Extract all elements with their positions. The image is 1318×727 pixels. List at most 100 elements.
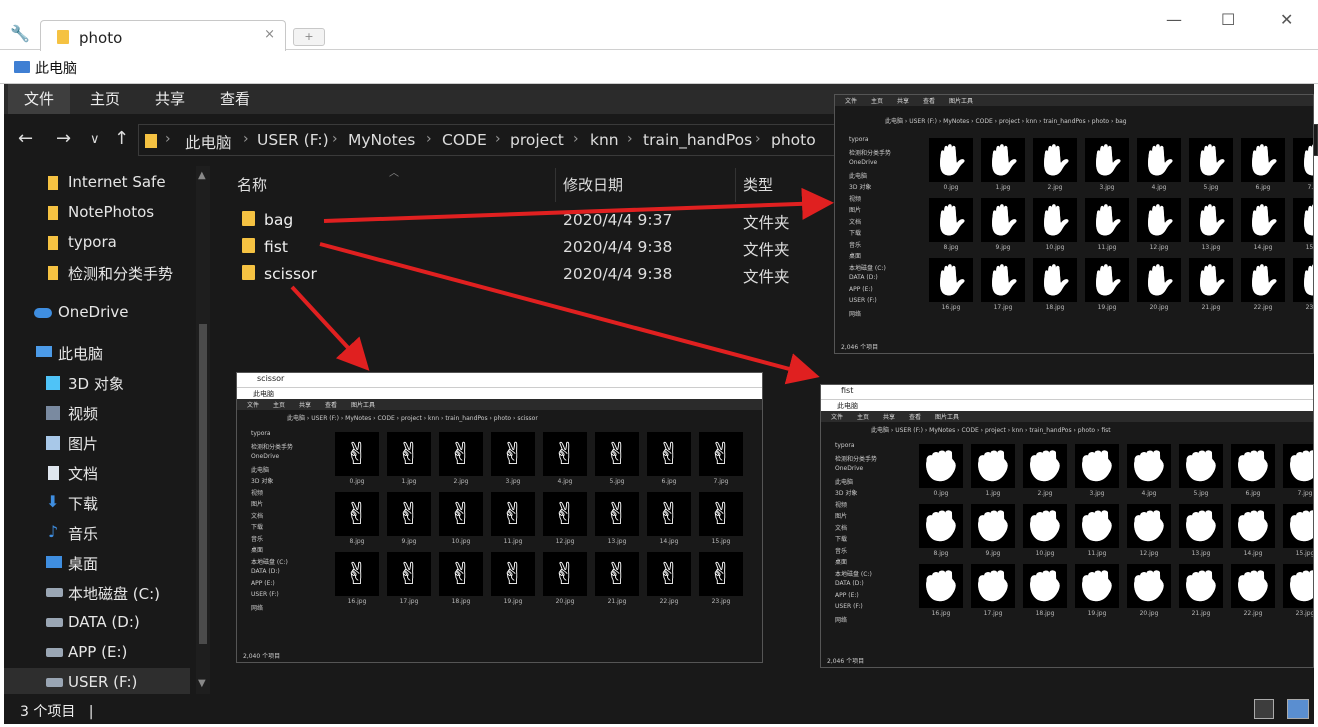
sidebar-item-drive-e[interactable]: APP (E:)	[4, 638, 190, 668]
tab-home[interactable]: 主页	[74, 84, 136, 114]
sidebar-item-drive-d[interactable]: DATA (D:)	[4, 608, 190, 638]
thumbnail-caption: 9.jpg	[995, 244, 1011, 251]
tab-file[interactable]: 文件	[8, 84, 71, 114]
column-header-type[interactable]: 类型	[743, 174, 773, 195]
sidebar-item-notephotos[interactable]: NotePhotos	[4, 198, 190, 228]
hand-image: ✌	[491, 552, 535, 596]
sidebar-item-label: 视频	[68, 405, 99, 423]
column-header-name[interactable]: 名称	[237, 174, 267, 195]
inset-tab: 文件	[831, 414, 844, 421]
minimize-button[interactable]: —	[1166, 10, 1182, 29]
inset-nav: 此电脑 › USER (F:) › MyNotes › CODE › proje…	[821, 422, 1313, 438]
hand-image: ✋	[1189, 258, 1233, 302]
thumbnail-caption: 11.jpg	[503, 538, 523, 545]
recent-locations-button[interactable]: ∨	[90, 132, 100, 147]
thumbnail-caption: 1.jpg	[401, 478, 417, 485]
breadcrumb-item[interactable]: CODE	[442, 131, 487, 149]
breadcrumb-separator: ›	[426, 131, 432, 147]
sidebar-item-pictures[interactable]: 图片	[4, 428, 190, 458]
sidebar-scrollbar[interactable]: ▲ ▼	[196, 166, 210, 694]
large-icons-view-button[interactable]	[1287, 699, 1309, 719]
hand-image: ✋	[1241, 138, 1285, 182]
thumbnail-caption: 16.jpg	[941, 304, 961, 311]
column-divider[interactable]	[735, 168, 736, 202]
thumbnail-caption: 2.jpg	[453, 478, 469, 485]
sidebar-item-3d-objects[interactable]: 3D 对象	[4, 368, 190, 398]
hand-image: ✌	[335, 492, 379, 536]
thumbnail-caption: 2.jpg	[1047, 184, 1063, 191]
breadcrumb-item[interactable]: USER (F:)	[257, 131, 329, 149]
scroll-up-arrow[interactable]: ▲	[198, 170, 206, 181]
details-view-button[interactable]	[1254, 699, 1274, 719]
sidebar-item-documents[interactable]: 文档	[4, 458, 190, 488]
thumbnail-caption: 16.jpg	[931, 610, 951, 617]
thumbnail-caption: 17.jpg	[399, 598, 419, 605]
sidebar-item-music[interactable]: ♪ 音乐	[4, 518, 190, 548]
forward-button[interactable]: →	[56, 128, 71, 149]
sidebar-item-label: 此电脑	[58, 345, 104, 363]
inset-tab: 共享	[299, 402, 312, 409]
inset-sidebar-item: 下载	[849, 230, 862, 237]
tab-photo[interactable]: photo ×	[40, 20, 286, 51]
inset-thumbnail-grid: ✊ 0.jpg ✊ 1.jpg ✊ 2.jpg ✊ 3.jpg ✊ 4.jpg ✊ 5.jpg ✊ 6.j…	[915, 438, 1313, 655]
breadcrumb-item[interactable]: MyNotes	[348, 131, 415, 149]
breadcrumb-item[interactable]: 此电脑	[185, 131, 232, 153]
hand-image: ✊	[1283, 564, 1313, 608]
hand-image: ✌	[647, 432, 691, 476]
file-type: 文件夹	[743, 241, 790, 259]
thumbnail-caption: 20.jpg	[1139, 610, 1159, 617]
thumbnail-caption: 19.jpg	[1087, 610, 1107, 617]
inset-sidebar-item: DATA (D:)	[251, 568, 280, 575]
hand-image: ✊	[1075, 444, 1119, 488]
maximize-button[interactable]: ☐	[1221, 10, 1235, 29]
scroll-down-arrow[interactable]: ▼	[198, 678, 206, 689]
sidebar-item-videos[interactable]: 视频	[4, 398, 190, 428]
tab-view[interactable]: 查看	[204, 84, 266, 114]
hand-image: ✋	[1137, 138, 1181, 182]
breadcrumb-item[interactable]: train_handPos	[643, 131, 752, 149]
inset-titlebar: scissor	[237, 373, 762, 387]
inset-tab: 文件	[247, 402, 260, 409]
location-label[interactable]: 此电脑	[35, 58, 77, 78]
hand-image: ✌	[543, 552, 587, 596]
hand-image: ✌	[699, 552, 743, 596]
sidebar-item-typora[interactable]: typora	[4, 228, 190, 258]
sidebar-item-onedrive[interactable]: OneDrive	[4, 298, 190, 328]
inset-location-text: 此电脑	[837, 402, 858, 410]
thumbnail-caption: 12.jpg	[1149, 244, 1169, 251]
sidebar-item-desktop[interactable]: 桌面	[4, 548, 190, 578]
hand-image: ✋	[1137, 198, 1181, 242]
new-tab-button[interactable]: +	[293, 28, 325, 46]
sidebar-item-gesture-detection[interactable]: 检测和分类手势	[4, 258, 190, 288]
back-button[interactable]: ←	[18, 128, 33, 149]
sidebar-item-downloads[interactable]: ⬇ 下载	[4, 488, 190, 518]
wrench-icon[interactable]: 🔧	[10, 24, 30, 43]
folder-icon	[57, 30, 69, 44]
hand-image: ✌	[543, 432, 587, 476]
documents-icon	[48, 466, 59, 480]
inset-status-text: 2,040 个项目	[243, 653, 281, 660]
column-divider[interactable]	[555, 168, 556, 202]
inset-screenshot-fist: fist 此电脑 文件 主页 共享 查看 图片工具 此电脑 › USER (F:…	[820, 384, 1314, 668]
close-button[interactable]: ✕	[1280, 10, 1293, 29]
inset-sidebar-item: 文档	[849, 218, 862, 226]
breadcrumb-item[interactable]: project	[510, 131, 564, 149]
sidebar-item-this-pc[interactable]: 此电脑	[4, 338, 190, 368]
column-header-date[interactable]: 修改日期	[563, 174, 623, 195]
up-button[interactable]: ↑	[114, 128, 129, 149]
scrollbar-thumb[interactable]	[199, 324, 207, 644]
thumbnail-caption: 19.jpg	[1097, 304, 1117, 311]
hand-image: ✊	[1075, 564, 1119, 608]
breadcrumb-item[interactable]: photo	[771, 131, 816, 149]
sidebar-item-drive-c[interactable]: 本地磁盘 (C:)	[4, 578, 190, 608]
hand-image: ✋	[929, 138, 973, 182]
hand-image: ✋	[1241, 258, 1285, 302]
sidebar-item-internet-safe[interactable]: Internet Safe	[4, 168, 190, 198]
tab-share[interactable]: 共享	[139, 84, 201, 114]
inset-ribbon: 文件 主页 共享 查看 图片工具	[821, 411, 1313, 422]
thumbnail-caption: 17.jpg	[993, 304, 1013, 311]
inset-thumbnail-grid: ✋ 0.jpg ✋ 1.jpg ✋ 2.jpg ✋ 3.jpg ✋ 4.jpg ✋ 5.jpg ✋ 6.j…	[925, 132, 1313, 341]
breadcrumb-item[interactable]: knn	[590, 131, 619, 149]
tab-close-button[interactable]: ×	[264, 27, 275, 42]
hand-image: ✌	[439, 552, 483, 596]
